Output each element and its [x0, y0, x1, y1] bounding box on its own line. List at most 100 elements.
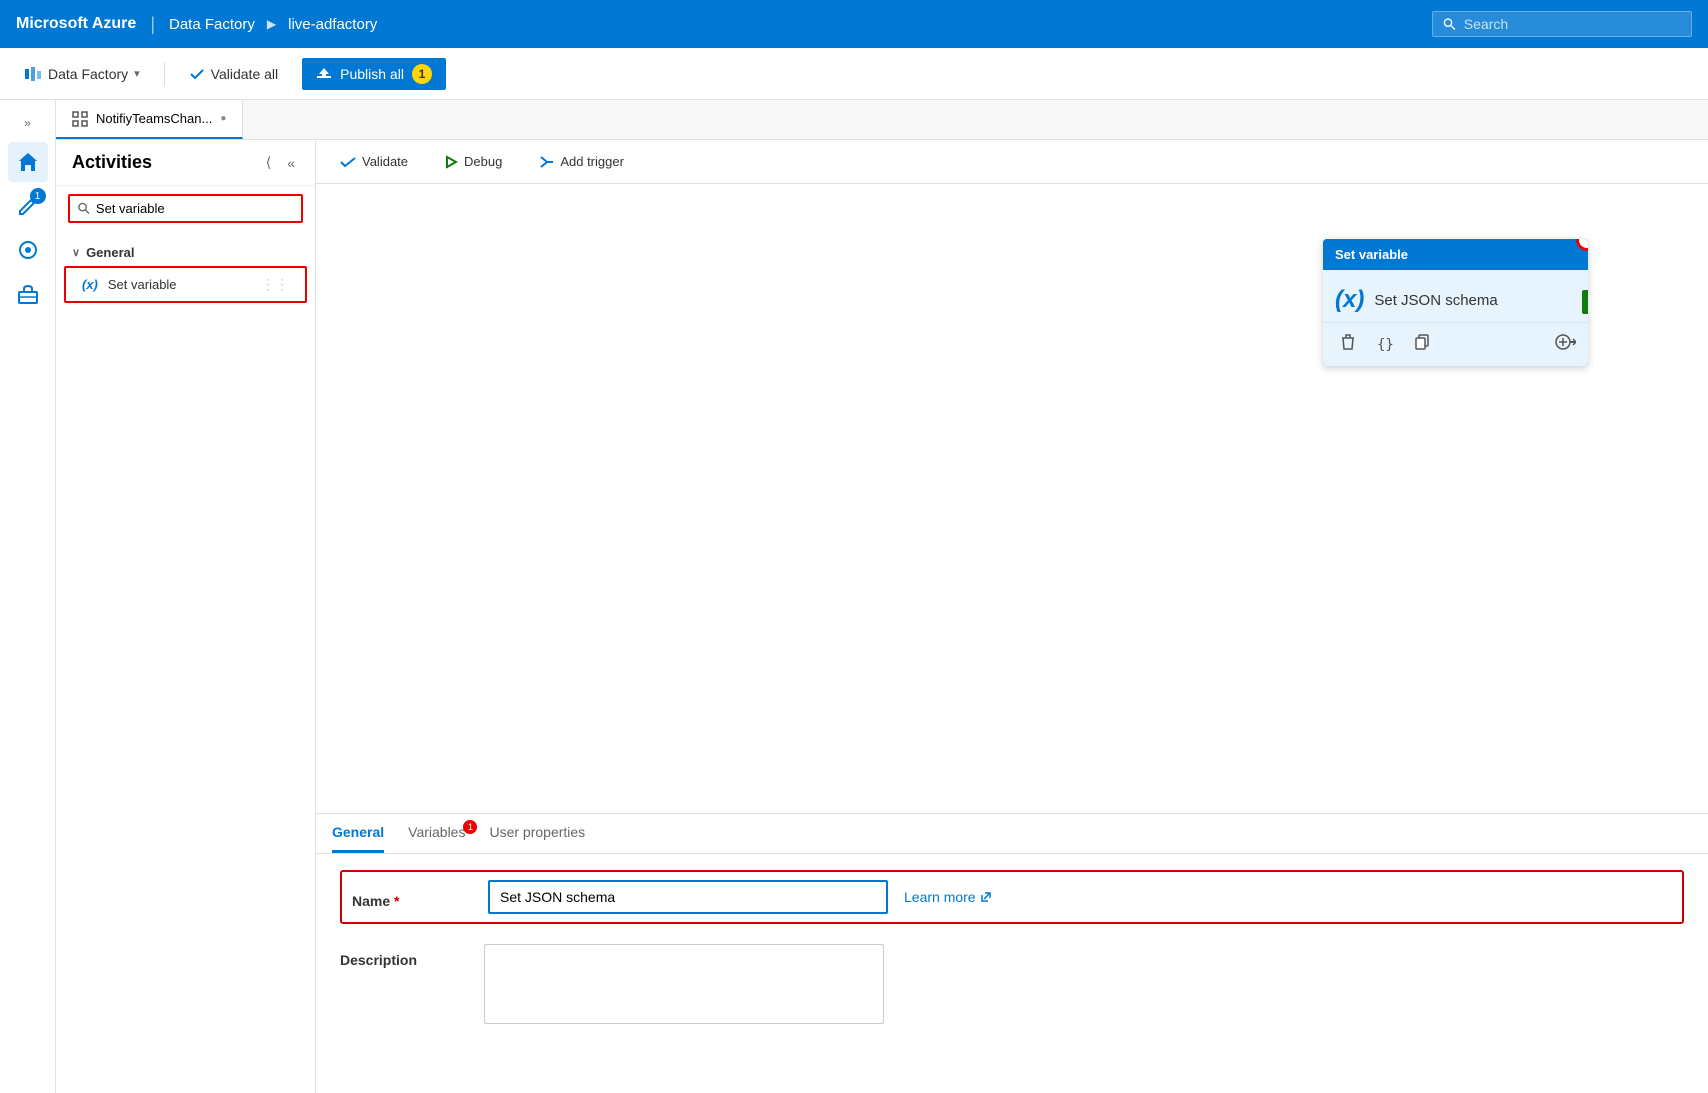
validate-button[interactable]: Validate	[332, 150, 416, 173]
trigger-icon	[538, 155, 554, 169]
toolbox-icon	[17, 283, 39, 305]
pipeline-tab-label: NotifiyTeamsChan...	[96, 111, 212, 126]
variables-badge: 1	[463, 820, 477, 834]
card-copy-button[interactable]	[1410, 332, 1434, 357]
learn-more-link[interactable]: Learn more	[904, 889, 992, 905]
pipeline-tab-bar: NotifiyTeamsChan... ●	[56, 100, 1708, 140]
learn-more-text: Learn more	[904, 889, 976, 905]
data-factory-icon	[24, 65, 42, 83]
add-trigger-button[interactable]: Add trigger	[530, 150, 632, 173]
sidebar-item-home[interactable]	[8, 142, 48, 182]
debug-icon	[444, 155, 458, 169]
monitor-icon	[17, 239, 39, 261]
service-chevron-icon: ▾	[134, 67, 140, 80]
pipeline-tab-icon	[72, 111, 88, 127]
card-body-icon: (x)	[1335, 286, 1364, 314]
card-connect-button[interactable]	[1554, 333, 1576, 356]
name-form-row-highlight: Name * Learn more	[340, 870, 1684, 924]
card-code-button[interactable]: {}	[1373, 334, 1398, 356]
set-variable-card[interactable]: Set variable (x) Set JSON schema	[1323, 239, 1588, 366]
validate-btn-label: Validate	[362, 154, 408, 169]
activities-group-general[interactable]: ∨ General	[56, 239, 315, 266]
set-variable-activity-item[interactable]: (x) Set variable ⋮⋮	[64, 266, 307, 303]
tab-variables-label: Variables	[408, 824, 465, 840]
search-box[interactable]	[1432, 11, 1692, 37]
sidebar-item-edit[interactable]: 1	[8, 186, 48, 226]
activities-panel: Activities ⟨ « ∨ General	[56, 140, 316, 1093]
tab-user-properties[interactable]: User properties	[489, 814, 585, 853]
tab-user-props-label: User properties	[489, 824, 585, 840]
activity-search-input[interactable]	[96, 201, 293, 216]
double-collapse-icon[interactable]: «	[283, 153, 299, 173]
card-delete-button[interactable]	[1335, 331, 1361, 358]
trigger-btn-label: Add trigger	[560, 154, 624, 169]
name-input[interactable]	[488, 880, 888, 914]
pipeline-tab[interactable]: NotifiyTeamsChan... ●	[56, 100, 243, 139]
desc-label: Description	[340, 944, 460, 968]
brand-label: Microsoft Azure	[16, 15, 136, 33]
description-field[interactable]	[484, 944, 884, 1027]
sidebar-expand-button[interactable]: »	[16, 108, 39, 138]
delete-icon	[1339, 333, 1357, 351]
left-sidebar: » 1	[0, 100, 56, 1093]
debug-button[interactable]: Debug	[436, 150, 510, 173]
required-asterisk: *	[394, 893, 399, 909]
home-icon	[17, 151, 39, 173]
card-header: Set variable	[1323, 239, 1588, 270]
bottom-panel: General Variables 1 User properties Name	[316, 813, 1708, 1093]
tab-variables[interactable]: Variables 1	[408, 814, 465, 853]
activity-search-box[interactable]	[68, 194, 303, 223]
card-header-label: Set variable	[1335, 247, 1408, 262]
group-label: General	[86, 245, 134, 260]
search-icon	[1443, 17, 1456, 31]
canvas-area: Validate Debug Add trigger	[316, 140, 1708, 1093]
secondary-toolbar: Data Factory ▾ Validate all Publish all …	[0, 48, 1708, 100]
group-chevron-icon: ∨	[72, 246, 80, 259]
topbar-service-label: Data Factory	[169, 16, 255, 33]
sidebar-item-toolbox[interactable]	[8, 274, 48, 314]
description-form-row: Description	[340, 944, 1684, 1027]
sidebar-item-monitor[interactable]	[8, 230, 48, 270]
card-body: (x) Set JSON schema	[1323, 270, 1588, 322]
breadcrumb-sep1: |	[150, 14, 155, 35]
bottom-content: Name * Learn more	[316, 854, 1708, 1093]
publish-label: Publish all	[340, 66, 404, 82]
azure-topbar: Microsoft Azure | Data Factory ▶ live-ad…	[0, 0, 1708, 48]
card-actions: {}	[1323, 322, 1588, 366]
validate-check-icon	[340, 155, 356, 169]
drag-handle-icon: ⋮⋮	[261, 276, 289, 293]
pipeline-canvas[interactable]: Set variable (x) Set JSON schema	[316, 184, 1708, 813]
activity-search-icon	[78, 202, 90, 215]
publish-badge: 1	[412, 64, 432, 84]
publish-icon	[316, 66, 332, 82]
debug-btn-label: Debug	[464, 154, 502, 169]
tab-general[interactable]: General	[332, 814, 384, 853]
breadcrumb-chevron: ▶	[267, 17, 276, 31]
publish-all-button[interactable]: Publish all 1	[302, 58, 446, 90]
activities-header: Activities ⟨ «	[56, 140, 315, 186]
validate-all-button[interactable]: Validate all	[181, 62, 286, 86]
validate-icon	[189, 66, 205, 82]
bottom-tab-bar: General Variables 1 User properties	[316, 814, 1708, 854]
card-success-tab	[1582, 290, 1588, 314]
search-input[interactable]	[1464, 16, 1681, 32]
pipeline-modified-dot: ●	[220, 113, 226, 124]
service-selector[interactable]: Data Factory ▾	[16, 61, 148, 87]
main-area: NotifiyTeamsChan... ● Activities ⟨ «	[56, 100, 1708, 1093]
content-split: Activities ⟨ « ∨ General	[56, 140, 1708, 1093]
copy-icon	[1414, 334, 1430, 350]
code-icon: {}	[1377, 337, 1394, 353]
set-variable-label: Set variable	[108, 277, 251, 292]
pipeline-toolbar: Validate Debug Add trigger	[316, 140, 1708, 184]
set-variable-icon: (x)	[82, 277, 98, 292]
activities-title: Activities	[72, 152, 152, 173]
name-label: Name *	[352, 885, 472, 909]
activities-controls: ⟨ «	[262, 152, 299, 173]
connect-icon	[1554, 333, 1576, 351]
activities-list: ∨ General (x) Set variable ⋮⋮	[56, 231, 315, 315]
toolbar-separator	[164, 62, 165, 86]
external-link-icon	[980, 891, 992, 903]
service-label: Data Factory	[48, 66, 128, 82]
collapse-icon[interactable]: ⟨	[262, 152, 275, 173]
description-textarea[interactable]	[484, 944, 884, 1024]
